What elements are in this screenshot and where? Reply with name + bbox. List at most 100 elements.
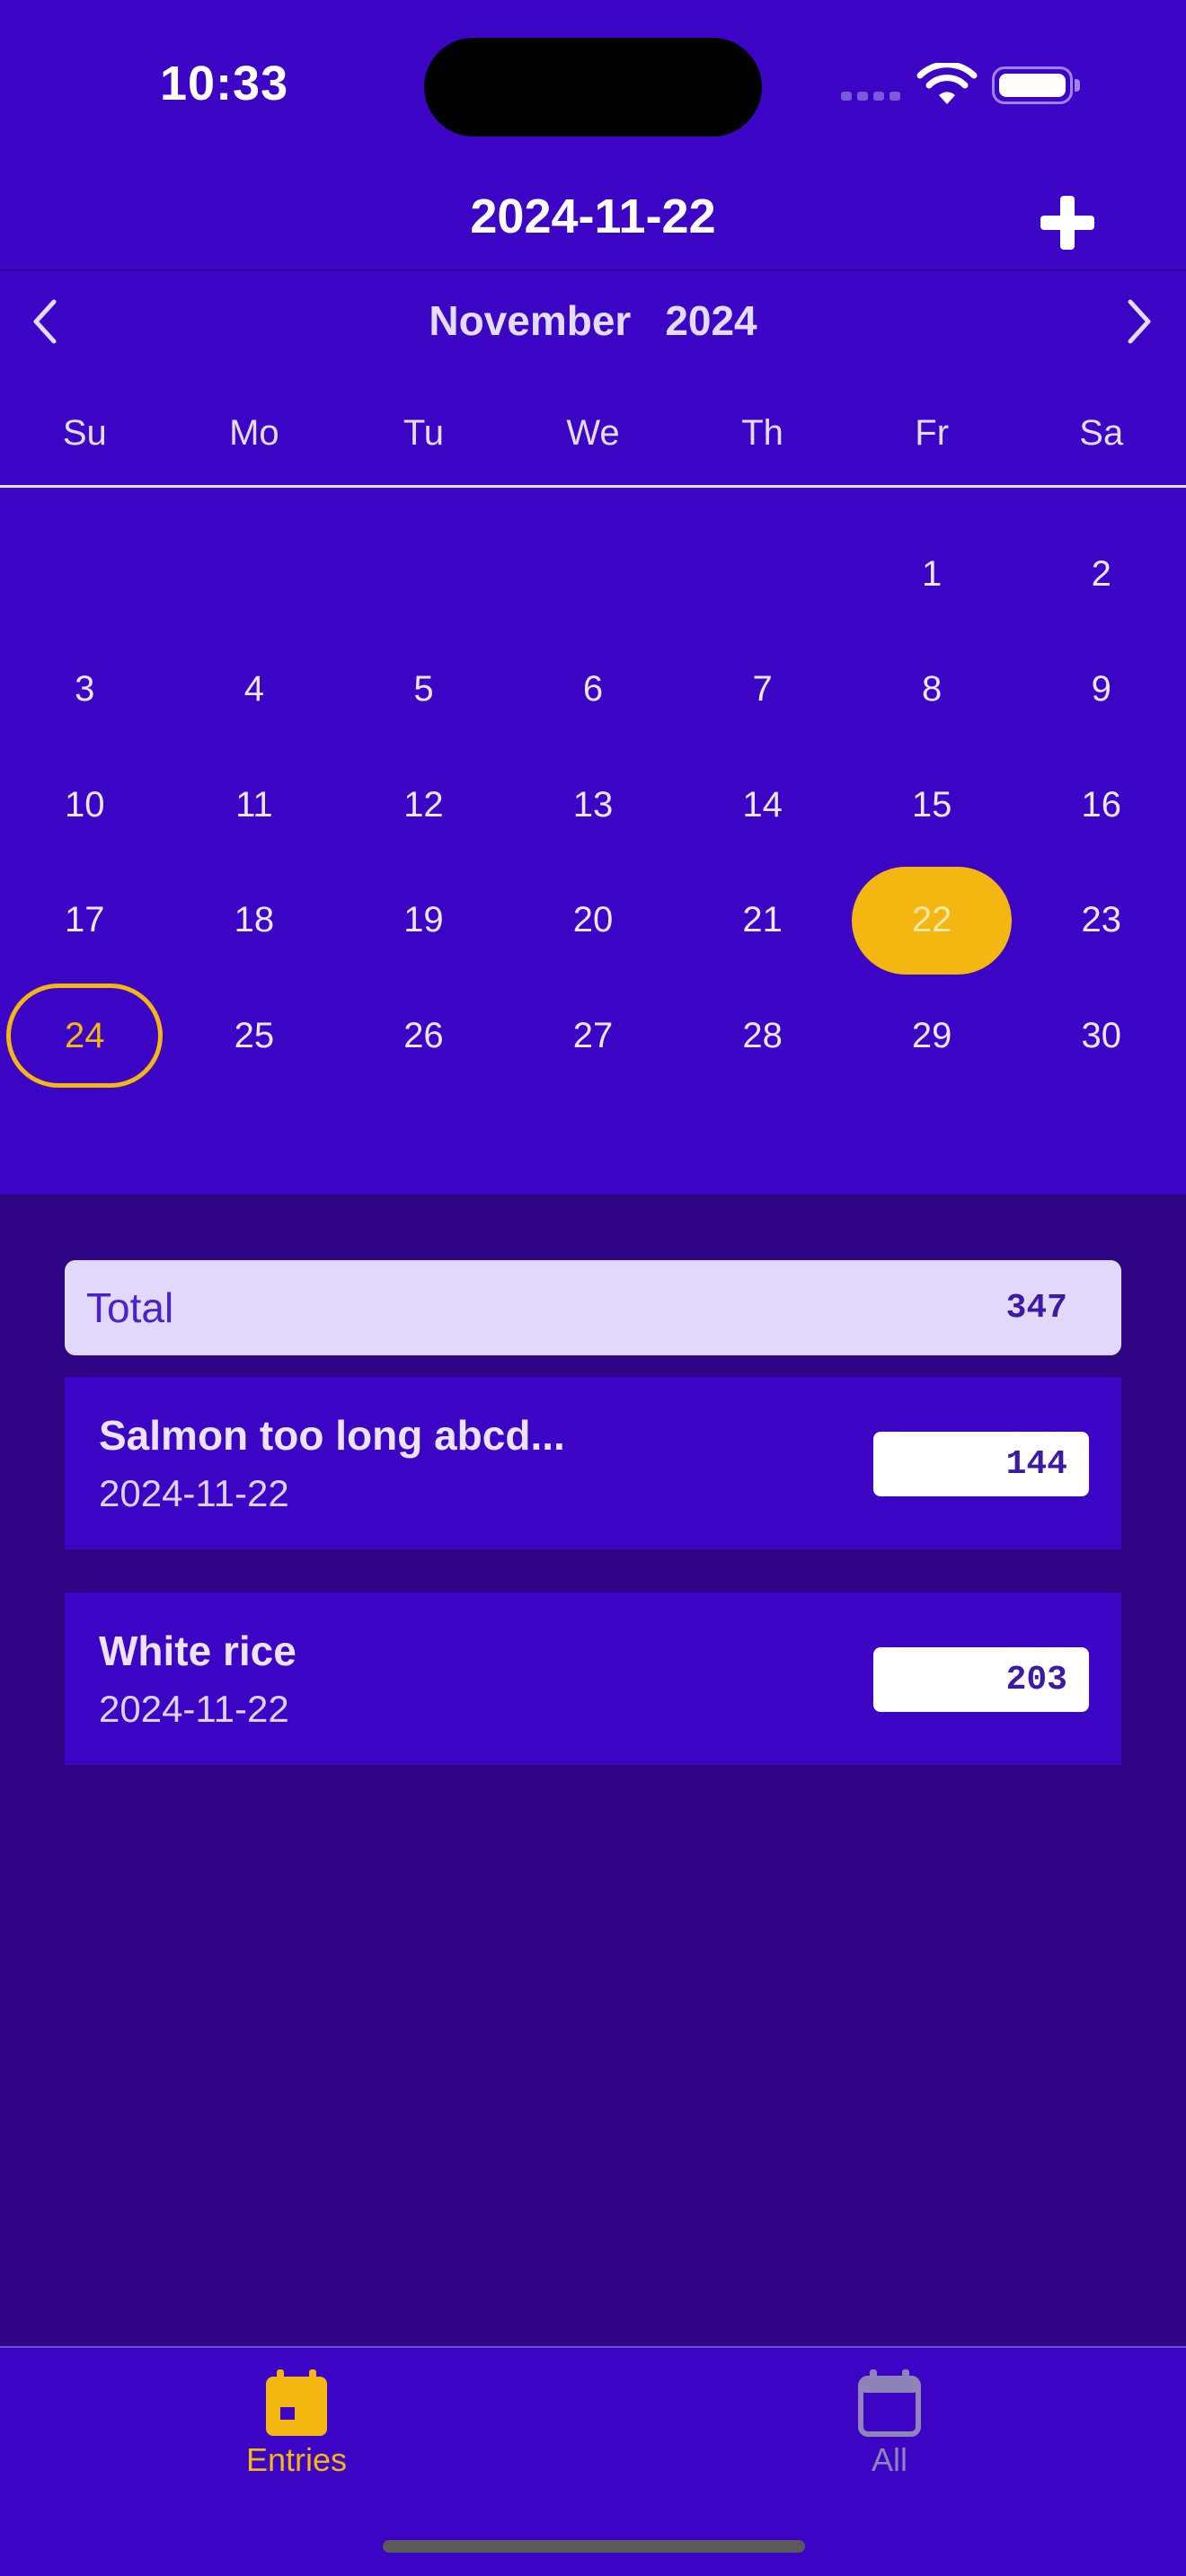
calendar-day-label: 25 bbox=[234, 1015, 275, 1055]
calendar-day-18[interactable]: 18 bbox=[170, 863, 340, 979]
calendar-day-4[interactable]: 4 bbox=[170, 632, 340, 748]
wifi-icon bbox=[916, 63, 978, 104]
calendar-day-29[interactable]: 29 bbox=[847, 978, 1017, 1094]
entry-row[interactable]: White rice 2024-11-22 203 bbox=[65, 1592, 1121, 1765]
calendar-day-label: 4 bbox=[243, 669, 264, 710]
calendar-day-12[interactable]: 12 bbox=[339, 747, 509, 863]
calendar-day-label: 23 bbox=[1081, 900, 1122, 940]
calendar-icon bbox=[858, 2369, 921, 2437]
calendar-day-10[interactable]: 10 bbox=[0, 747, 170, 863]
calendar-week: 24 25 26 27 28 29 30 bbox=[0, 978, 1186, 1094]
home-indicator bbox=[383, 2540, 805, 2553]
calendar-day-14[interactable]: 14 bbox=[677, 747, 847, 863]
calendar-day-1[interactable]: 1 bbox=[847, 516, 1017, 632]
calendar-day-label: 18 bbox=[234, 900, 275, 940]
weekday-header: Su Mo Tu We Th Fr Sa bbox=[0, 413, 1186, 454]
calendar-day-22[interactable]: 22 bbox=[847, 863, 1017, 979]
calendar-day-19[interactable]: 19 bbox=[339, 863, 509, 979]
calendar-day-empty bbox=[509, 516, 678, 632]
calendar-day-label: 29 bbox=[911, 1015, 952, 1055]
tab-all[interactable]: All bbox=[755, 2368, 1024, 2479]
calendar-day-label: 17 bbox=[65, 900, 105, 940]
calendar-day-label: 27 bbox=[572, 1015, 614, 1055]
calendar-day-15[interactable]: 15 bbox=[847, 747, 1017, 863]
calendar-day-28[interactable]: 28 bbox=[677, 978, 847, 1094]
calendar-day-label: 12 bbox=[403, 784, 444, 825]
weekday-divider bbox=[0, 485, 1186, 488]
calendar-day-8[interactable]: 8 bbox=[847, 632, 1017, 748]
calendar-day-6[interactable]: 6 bbox=[509, 632, 678, 748]
calendar-day-24[interactable]: 24 bbox=[0, 978, 170, 1094]
calendar-day-empty bbox=[170, 516, 340, 632]
tab-entries[interactable]: Entries bbox=[162, 2368, 431, 2479]
calendar-day-5[interactable]: 5 bbox=[339, 632, 509, 748]
entry-row[interactable]: Salmon too long abcd... 2024-11-22 144 bbox=[65, 1377, 1121, 1549]
calendar-day-label: 8 bbox=[922, 669, 943, 710]
page-title: 2024-11-22 bbox=[470, 190, 716, 243]
entry-date: 2024-11-22 bbox=[99, 1688, 289, 1730]
calendar-icon bbox=[266, 2369, 327, 2436]
nav-divider bbox=[0, 269, 1186, 271]
calendar-day-21[interactable]: 21 bbox=[677, 863, 847, 979]
tab-label: All bbox=[871, 2441, 907, 2478]
weekday-label: Tu bbox=[403, 413, 445, 453]
battery-icon bbox=[992, 66, 1073, 104]
calendar-day-label: 30 bbox=[1081, 1015, 1122, 1055]
calendar-day-label: 16 bbox=[1081, 784, 1122, 825]
calendar-day-26[interactable]: 26 bbox=[339, 978, 509, 1094]
entry-name: White rice bbox=[99, 1628, 296, 1674]
calendar-day-empty bbox=[677, 516, 847, 632]
calendar-day-30[interactable]: 30 bbox=[1016, 978, 1186, 1094]
weekday-label: Sa bbox=[1079, 413, 1124, 453]
calendar-day-label: 26 bbox=[403, 1015, 444, 1055]
calendar-day-label: 6 bbox=[582, 669, 604, 710]
calendar-day-label: 3 bbox=[75, 669, 95, 710]
calendar-day-16[interactable]: 16 bbox=[1016, 747, 1186, 863]
dynamic-island bbox=[424, 38, 762, 137]
calendar-day-25[interactable]: 25 bbox=[170, 978, 340, 1094]
month-label: November bbox=[429, 297, 632, 344]
calendar-day-17[interactable]: 17 bbox=[0, 863, 170, 979]
calendar-day-label: 9 bbox=[1091, 669, 1111, 710]
chevron-right-icon[interactable] bbox=[1121, 296, 1157, 347]
calendar-week: 10 11 12 13 14 15 16 bbox=[0, 747, 1186, 863]
calendar-day-label: 7 bbox=[752, 669, 773, 710]
plus-icon[interactable] bbox=[1033, 189, 1102, 257]
total-label: Total bbox=[86, 1284, 174, 1331]
calendar-week: 12 bbox=[0, 516, 1186, 632]
calendar-day-27[interactable]: 27 bbox=[509, 978, 678, 1094]
weekday-label: Mo bbox=[229, 413, 279, 453]
calendar-day-label: 22 bbox=[911, 900, 952, 940]
weekday-label: We bbox=[566, 413, 620, 453]
calendar-day-label: 1 bbox=[922, 553, 943, 594]
calendar-day-3[interactable]: 3 bbox=[0, 632, 170, 748]
calendar-day-9[interactable]: 9 bbox=[1016, 632, 1186, 748]
calendar-week: 3 4 5 6 7 8 9 bbox=[0, 632, 1186, 748]
calendar-day-20[interactable]: 20 bbox=[509, 863, 678, 979]
calendar-week: 17 18 19 20 21 22 23 bbox=[0, 863, 1186, 979]
calendar-day-23[interactable]: 23 bbox=[1016, 863, 1186, 979]
total-row: Total 347 bbox=[65, 1260, 1121, 1355]
weekday-label: Fr bbox=[915, 413, 950, 453]
entry-value-field[interactable]: 203 bbox=[873, 1647, 1089, 1712]
calendar-day-label: 5 bbox=[413, 669, 434, 710]
entry-date: 2024-11-22 bbox=[99, 1472, 289, 1514]
entry-value-field[interactable]: 144 bbox=[873, 1432, 1089, 1496]
year-label: 2024 bbox=[665, 297, 757, 344]
calendar-day-label: 20 bbox=[572, 900, 614, 940]
calendar-grid: 1 2 3 4 5 6 7 8 9 10 11 12 13 14 15 16 17 18 19 20 21 22 23 24 2… bbox=[0, 516, 1186, 1094]
cellular-signal-icon bbox=[841, 92, 900, 101]
calendar-day-7[interactable]: 7 bbox=[677, 632, 847, 748]
calendar-day-2[interactable]: 2 bbox=[1016, 516, 1186, 632]
calendar-day-label: 28 bbox=[742, 1015, 783, 1055]
battery-tip bbox=[1075, 79, 1080, 92]
calendar-day-label: 21 bbox=[742, 900, 783, 940]
calendar-day-label: 2 bbox=[1091, 553, 1111, 594]
calendar-day-11[interactable]: 11 bbox=[170, 747, 340, 863]
total-value: 347 bbox=[1005, 1288, 1067, 1328]
calendar-day-label: 13 bbox=[572, 784, 614, 825]
calendar-day-empty bbox=[0, 516, 170, 632]
calendar-day-empty bbox=[339, 516, 509, 632]
calendar-day-13[interactable]: 13 bbox=[509, 747, 678, 863]
calendar-day-label: 24 bbox=[65, 1015, 105, 1055]
